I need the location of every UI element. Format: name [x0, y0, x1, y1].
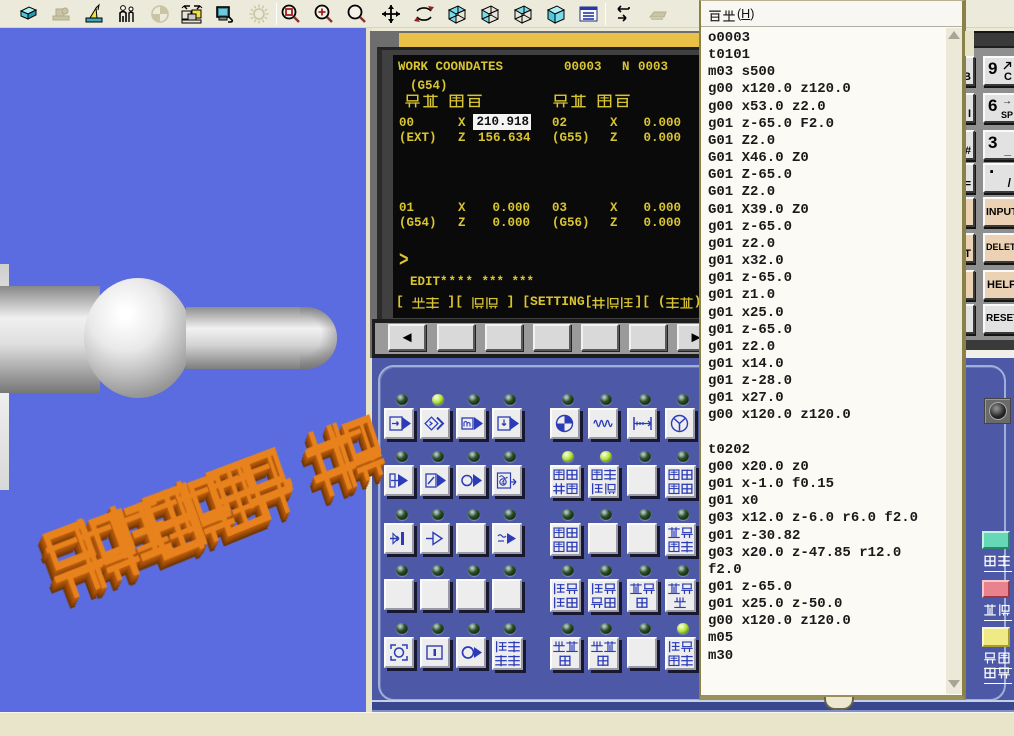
svg-text:4: 4 — [501, 480, 505, 487]
